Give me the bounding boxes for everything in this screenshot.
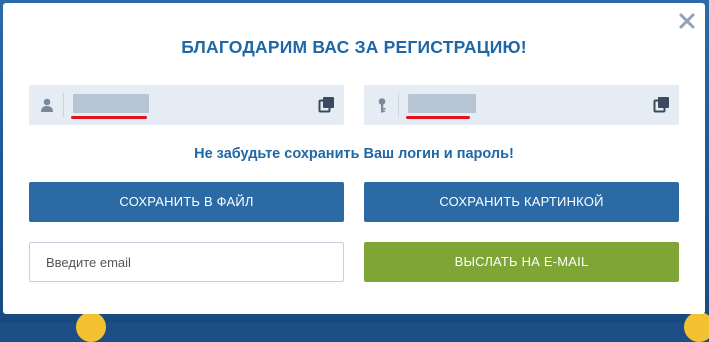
save-credentials-hint: Не забудьте сохранить Ваш логин и пароль… [194, 146, 514, 162]
password-field [364, 85, 679, 125]
key-icon [374, 97, 390, 113]
email-field[interactable] [29, 242, 344, 282]
save-to-file-button[interactable]: СОХРАНИТЬ В ФАЙЛ [29, 182, 344, 222]
dialog-title: БЛАГОДАРИМ ВАС ЗА РЕГИСТРАЦИЮ! [181, 37, 527, 57]
registration-success-dialog: БЛАГОДАРИМ ВАС ЗА РЕГИСТРАЦИЮ! Не забудь… [3, 3, 705, 314]
copy-icon[interactable] [653, 96, 670, 113]
send-email-button[interactable]: ВЫСЛАТЬ НА E-MAIL [364, 242, 679, 282]
login-field [29, 85, 344, 125]
coin-decoration [684, 312, 709, 342]
highlight-underline [71, 116, 147, 119]
copy-icon[interactable] [318, 96, 335, 113]
password-value[interactable] [408, 94, 476, 113]
field-divider [398, 93, 399, 117]
highlight-underline [406, 116, 470, 119]
save-as-picture-button[interactable]: СОХРАНИТЬ КАРТИНКОЙ [364, 182, 679, 222]
close-icon[interactable] [676, 10, 698, 32]
email-input[interactable] [30, 243, 343, 281]
login-value[interactable] [73, 94, 149, 113]
user-icon [39, 97, 55, 113]
coin-decoration [76, 312, 106, 342]
field-divider [63, 93, 64, 117]
